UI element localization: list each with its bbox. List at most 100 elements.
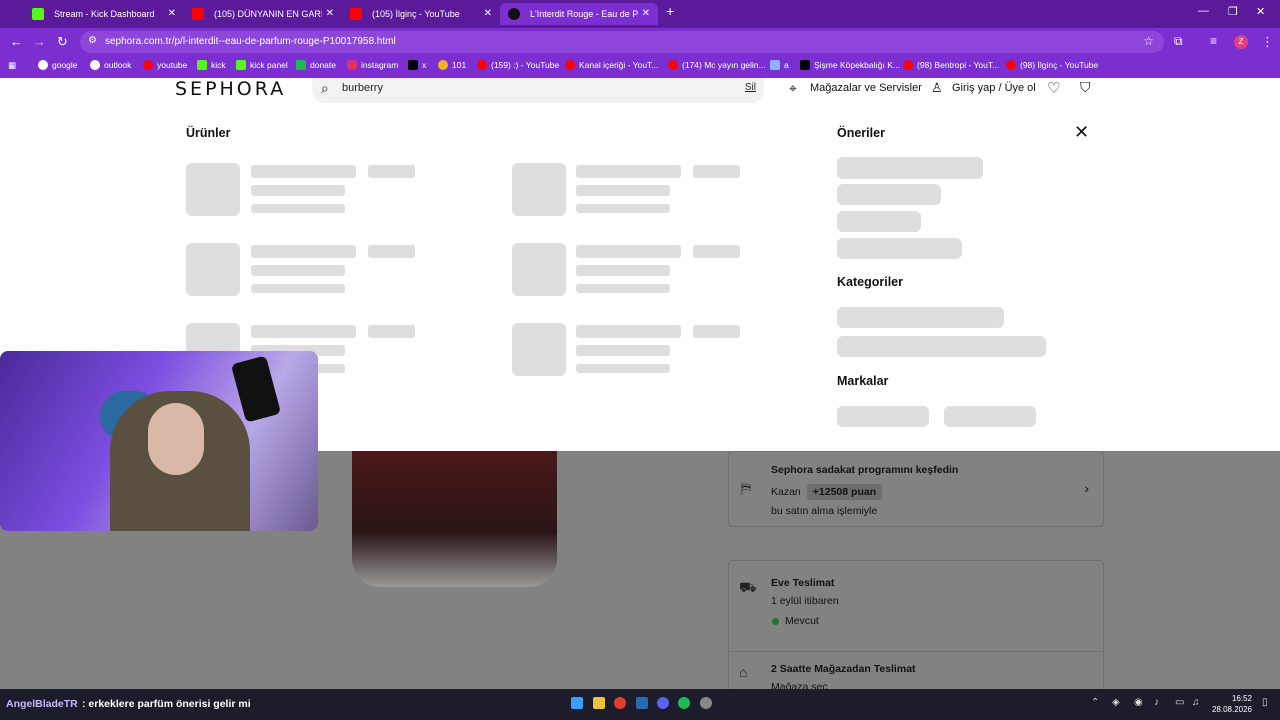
search-clear-button[interactable]: Sil bbox=[745, 82, 756, 93]
window-close-icon[interactable]: ✕ bbox=[1256, 5, 1265, 18]
skeleton-line bbox=[251, 265, 345, 276]
bookmark-label: (98) Bentropi - YouT... bbox=[917, 60, 1000, 70]
bookmark-label: (98) İlginç - YouTube bbox=[1020, 60, 1099, 70]
tray-app-icon[interactable]: ◈ bbox=[1112, 697, 1120, 708]
bookmark-item[interactable]: outlook bbox=[90, 60, 131, 70]
heart-icon[interactable]: ♡ bbox=[1047, 79, 1060, 97]
app-icon[interactable] bbox=[700, 697, 712, 709]
close-icon[interactable]: ✕ bbox=[484, 3, 492, 25]
bookmark-star-icon[interactable]: ☆ bbox=[1143, 34, 1154, 48]
sephora-logo[interactable]: SEPHORA bbox=[175, 78, 286, 100]
sephora-icon bbox=[508, 8, 520, 20]
bookmark-label: (159) :) - YouTube bbox=[491, 60, 560, 70]
store-icon: ⌂ bbox=[739, 664, 748, 680]
bookmark-item[interactable]: (159) :) - YouTube bbox=[477, 60, 559, 70]
close-icon[interactable]: ✕ bbox=[642, 3, 650, 25]
minimize-icon[interactable]: — bbox=[1198, 5, 1209, 17]
clock[interactable]: 16:52 28.08.2026 bbox=[1212, 693, 1252, 715]
extensions-icon[interactable]: ⧉ bbox=[1174, 34, 1183, 49]
new-tab-button[interactable]: + bbox=[666, 3, 674, 19]
product-image-placeholder bbox=[186, 163, 240, 216]
site-info-icon[interactable]: ⚙ bbox=[88, 35, 97, 46]
bookmark-label: 101 bbox=[452, 60, 467, 70]
apps-icon[interactable]: ▦ bbox=[8, 60, 16, 71]
bookmark-item[interactable]: instagram bbox=[347, 60, 398, 70]
skeleton-line bbox=[251, 165, 356, 178]
media-icon[interactable]: ≡ bbox=[1210, 34, 1217, 48]
reload-icon[interactable]: ↻ bbox=[57, 34, 68, 50]
tab-kick-dashboard[interactable]: Stream - Kick Dashboard ✕ bbox=[24, 3, 184, 25]
s-icon bbox=[800, 60, 810, 70]
windows-start-icon[interactable] bbox=[571, 697, 583, 709]
chevron-right-icon[interactable]: › bbox=[1084, 480, 1089, 496]
close-icon[interactable]: ✕ bbox=[168, 3, 176, 25]
bookmark-item[interactable]: google bbox=[38, 60, 78, 70]
bookmark-item[interactable]: (174) Mc yayın gelin... bbox=[668, 60, 766, 70]
suggestions-title: Öneriler bbox=[837, 126, 885, 140]
bookmark-label: Şişme Köpekbalığı K... bbox=[814, 60, 900, 70]
bookmark-item[interactable]: (98) Bentropi - YouT... bbox=[903, 60, 999, 70]
skeleton-line bbox=[251, 204, 345, 213]
network-icon[interactable]: ▭ bbox=[1175, 697, 1184, 708]
file-explorer-icon[interactable] bbox=[593, 697, 605, 709]
donate-icon bbox=[296, 60, 306, 70]
bookmark-item[interactable]: a bbox=[770, 60, 789, 70]
chat-message: : erkeklere parfüm önerisi gelir mi bbox=[82, 698, 251, 710]
brand-placeholder bbox=[944, 406, 1036, 427]
skeleton-line bbox=[368, 325, 415, 338]
back-icon[interactable]: ← bbox=[10, 34, 23, 49]
spotify-icon[interactable] bbox=[678, 697, 690, 709]
discord-icon[interactable] bbox=[657, 697, 669, 709]
bookmark-item[interactable]: Şişme Köpekbalığı K... bbox=[800, 60, 900, 70]
volume-icon[interactable]: ♫ bbox=[1192, 697, 1200, 708]
restore-icon[interactable]: ❐ bbox=[1228, 5, 1238, 18]
availability-status: Mevcut bbox=[785, 615, 819, 627]
category-placeholder bbox=[837, 336, 1046, 357]
products-title: Ürünler bbox=[186, 126, 231, 140]
close-icon[interactable]: ✕ bbox=[326, 3, 334, 25]
tab-youtube-1[interactable]: (105) DÜNYANIN EN GARİP AD... ✕ bbox=[184, 3, 342, 25]
site-header: SEPHORA ⌕ burberry Sil ⌖ Mağazalar ve Se… bbox=[0, 78, 1280, 104]
login-link[interactable]: Giriş yap / Üye ol bbox=[952, 82, 1036, 94]
store-select-link[interactable]: Mağaza seç bbox=[771, 681, 828, 689]
bookmark-item[interactable]: x bbox=[408, 60, 426, 70]
url-text: sephora.com.tr/p/l-interdit--eau-de-parf… bbox=[105, 36, 396, 47]
close-icon[interactable]: ✕ bbox=[1074, 122, 1089, 143]
skeleton-line bbox=[576, 364, 670, 373]
menu-icon[interactable]: ⋮ bbox=[1261, 34, 1274, 50]
tab-bar: Stream - Kick Dashboard ✕ (105) DÜNYANIN… bbox=[0, 0, 1280, 28]
streamer-face bbox=[148, 403, 204, 475]
bookmarks-bar: ▦ google outlook youtube kick kick panel… bbox=[0, 56, 1280, 78]
stores-link[interactable]: Mağazalar ve Servisler bbox=[810, 82, 922, 94]
bookmark-item[interactable]: (98) İlginç - YouTube bbox=[1006, 60, 1098, 70]
steam-icon[interactable] bbox=[636, 697, 648, 709]
notification-icon[interactable]: ▯ bbox=[1262, 697, 1268, 708]
search-input[interactable]: burberry bbox=[342, 82, 383, 94]
skeleton-line bbox=[693, 325, 740, 338]
profile-avatar[interactable]: Z bbox=[1234, 35, 1248, 49]
tray-app-icon[interactable]: ◉ bbox=[1134, 697, 1143, 708]
bookmark-item[interactable]: kick bbox=[197, 60, 226, 70]
tab-youtube-2[interactable]: (105) İlginç - YouTube ✕ bbox=[342, 3, 500, 25]
bookmark-item[interactable]: kick panel bbox=[236, 60, 288, 70]
bookmark-label: (174) Mc yayın gelin... bbox=[682, 60, 766, 70]
chrome-icon[interactable] bbox=[614, 697, 626, 709]
tray-chevron-icon[interactable]: ⌃ bbox=[1091, 697, 1099, 708]
basket-icon[interactable]: ⛉ bbox=[1080, 79, 1091, 96]
loyalty-card[interactable]: ⛿ Sephora sadakat programını keşfedin Ka… bbox=[728, 451, 1104, 527]
skeleton-line bbox=[251, 284, 345, 293]
youtube-icon bbox=[668, 60, 678, 70]
skeleton-line bbox=[368, 165, 415, 178]
youtube-icon bbox=[192, 8, 204, 20]
google-icon bbox=[38, 60, 48, 70]
bookmark-label: a bbox=[784, 60, 789, 70]
bookmark-item[interactable]: donate bbox=[296, 60, 336, 70]
forward-icon[interactable]: → bbox=[33, 34, 46, 49]
bookmark-item[interactable]: Kanal içeriği - YouT... bbox=[565, 60, 658, 70]
tray-app-icon[interactable]: ♪ bbox=[1154, 697, 1159, 708]
bookmark-item[interactable]: 101 bbox=[438, 60, 466, 70]
address-bar[interactable]: ⚙ sephora.com.tr/p/l-interdit--eau-de-pa… bbox=[80, 31, 1164, 53]
bookmark-item[interactable]: youtube bbox=[143, 60, 187, 70]
tab-sephora[interactable]: L'Interdit Rouge - Eau de Parfum... ✕ bbox=[500, 3, 658, 25]
search-box[interactable]: ⌕ burberry Sil bbox=[312, 78, 764, 103]
